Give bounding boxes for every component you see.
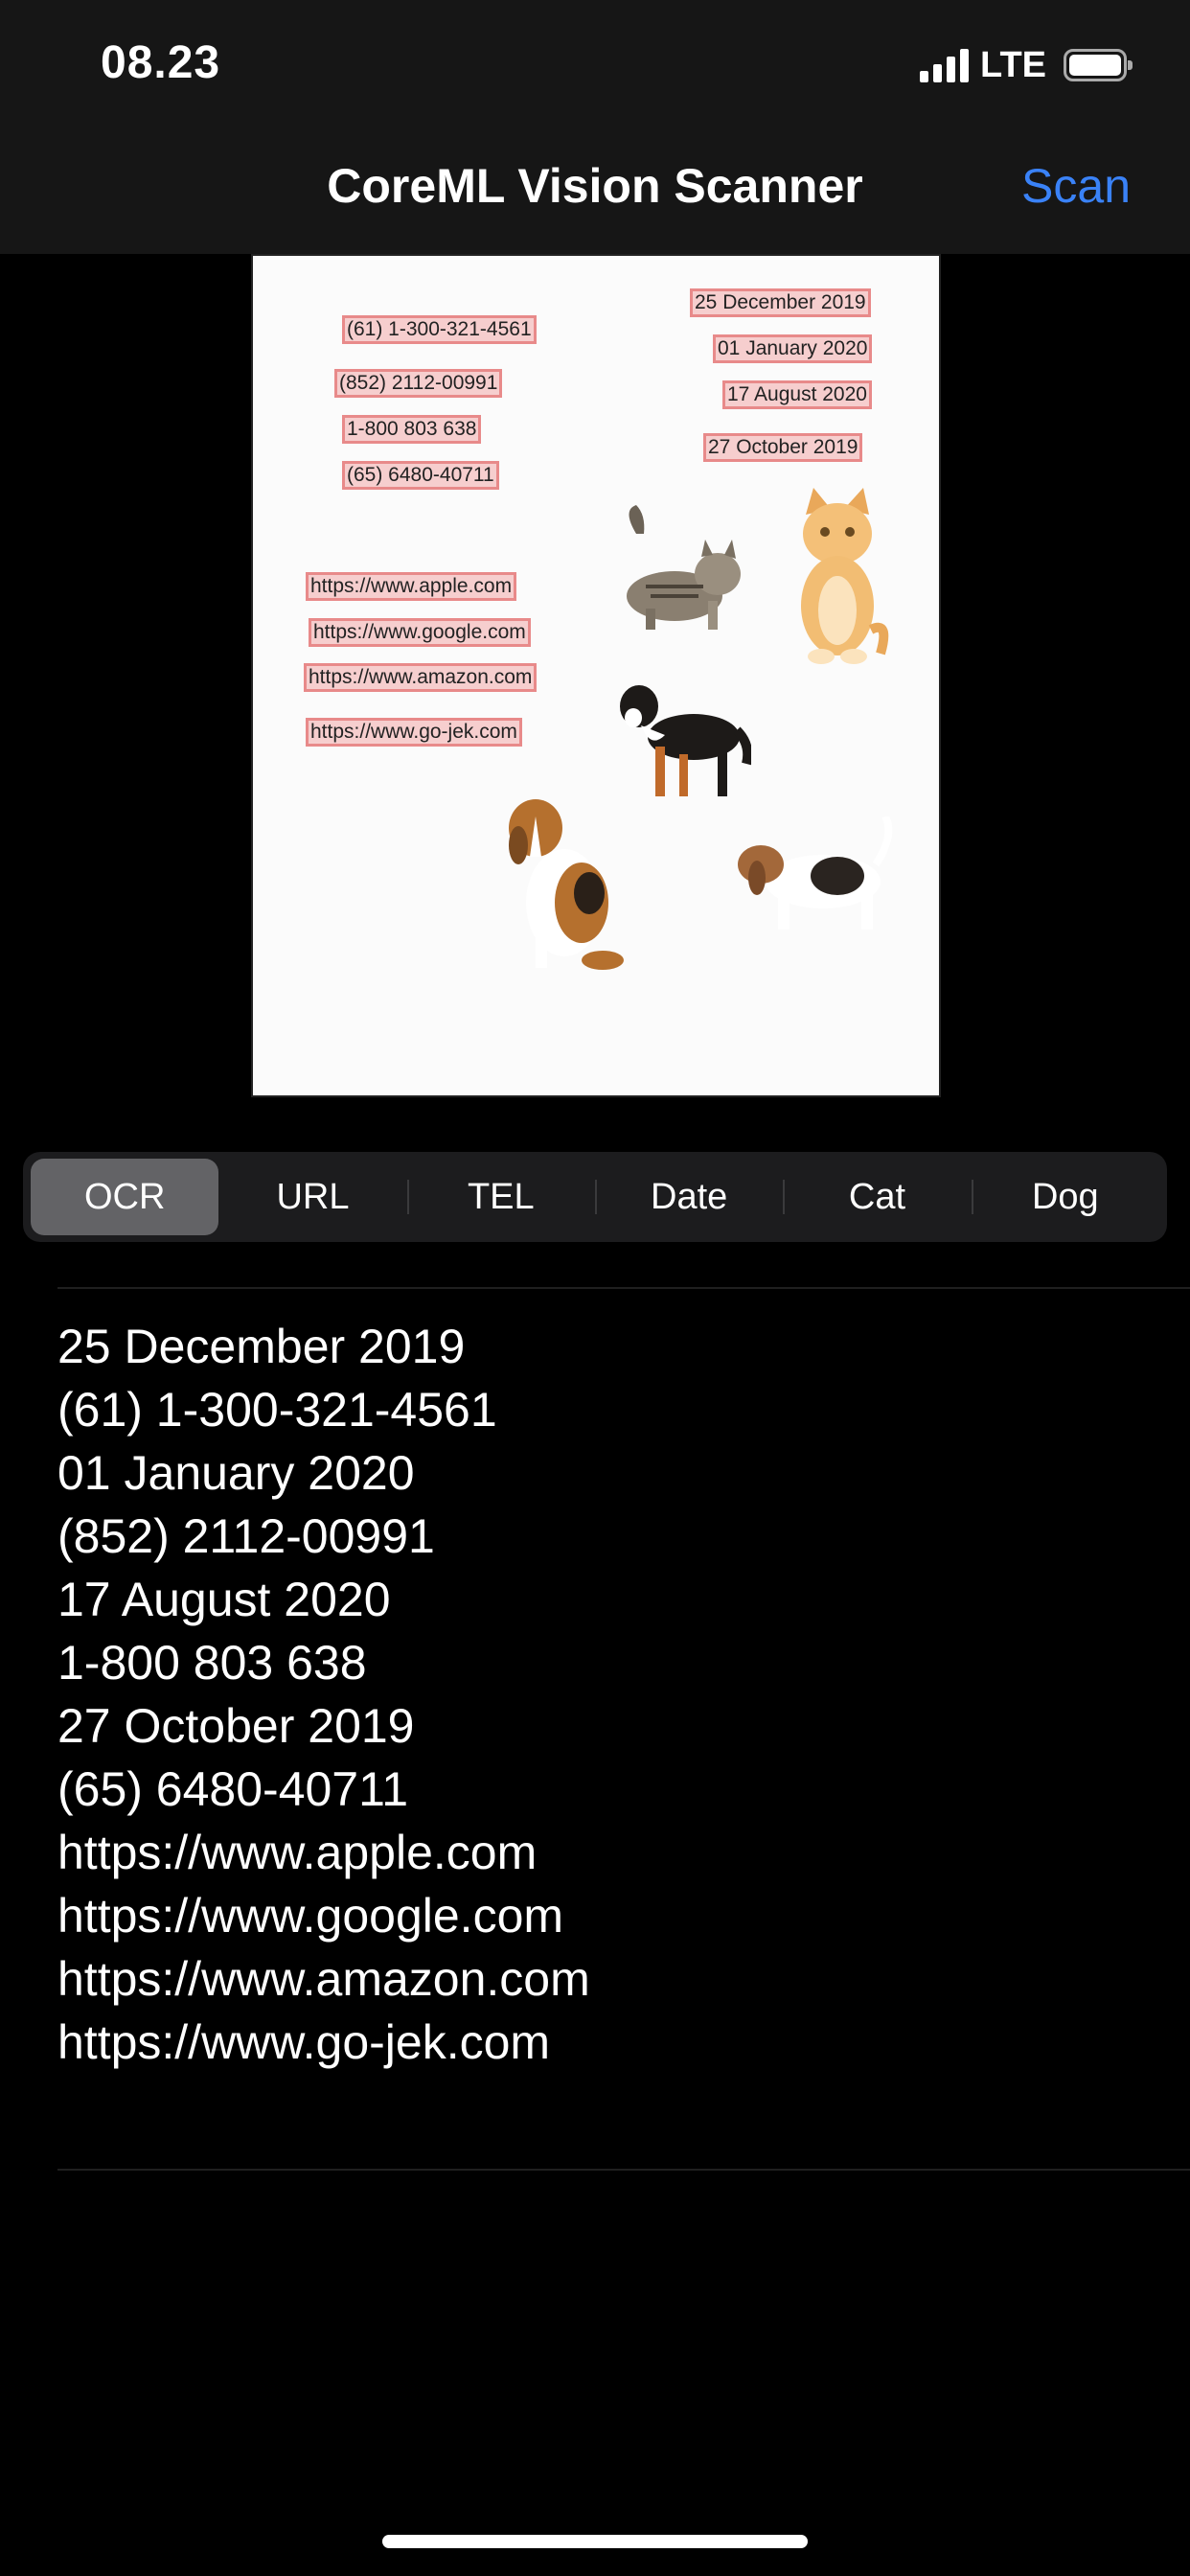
ocr-line: https://www.amazon.com [57, 1952, 590, 2006]
ocr-line: 01 January 2020 [57, 1446, 415, 1500]
tabby-cat-icon [627, 505, 741, 630]
status-time: 08.23 [101, 37, 221, 88]
detection-box: 01 January 2020 [713, 334, 873, 363]
detection-box: (65) 6480-40711 [342, 461, 499, 490]
segment-url[interactable]: URL [218, 1159, 406, 1235]
detection-box: (852) 2112-00991 [334, 369, 503, 398]
detection-box: https://www.go-jek.com [306, 718, 522, 747]
segment-ocr[interactable]: OCR [31, 1159, 219, 1235]
detection-box: https://www.amazon.com [304, 663, 538, 692]
home-indicator[interactable] [382, 2535, 808, 2548]
segment-dog[interactable]: Dog [971, 1159, 1159, 1235]
status-indicators: LTE [920, 42, 1133, 88]
scan-button[interactable]: Scan [1021, 158, 1131, 214]
detection-box: 25 December 2019 [690, 288, 871, 317]
beagle-icon [509, 799, 624, 970]
basset-hound-icon [738, 816, 893, 930]
bernese-dog-icon [620, 685, 751, 796]
ocr-line: https://www.google.com [57, 1889, 564, 1943]
page-title: CoreML Vision Scanner [327, 159, 863, 213]
battery-icon [1064, 49, 1133, 81]
ocr-line: 25 December 2019 [57, 1320, 466, 1373]
segment-date[interactable]: Date [594, 1159, 783, 1235]
ocr-line: (61) 1-300-321-4561 [57, 1383, 497, 1437]
network-type: LTE [980, 44, 1046, 85]
ocr-line: 1-800 803 638 [57, 1636, 367, 1690]
orange-kitten-icon [801, 488, 889, 664]
divider [57, 2169, 1190, 2171]
segment-cat[interactable]: Cat [783, 1159, 971, 1235]
ocr-line: 27 October 2019 [57, 1699, 415, 1753]
scanned-document-image: (61) 1-300-321-4561 (852) 2112-00991 1-8… [251, 254, 941, 1097]
ocr-line: 17 August 2020 [57, 1573, 391, 1626]
detection-box: (61) 1-300-321-4561 [342, 315, 537, 344]
detection-box: https://www.google.com [309, 618, 531, 647]
ocr-line: https://www.go-jek.com [57, 2015, 551, 2069]
cellular-signal-icon [920, 48, 970, 82]
ocr-results-text[interactable]: 25 December 2019 (61) 1-300-321-4561 01 … [57, 1315, 590, 2074]
segment-tel[interactable]: TEL [406, 1159, 595, 1235]
ocr-line: https://www.apple.com [57, 1826, 538, 1879]
ocr-line: (852) 2112-00991 [57, 1509, 435, 1563]
filter-segmented-control: OCR URL TEL Date Cat Dog [23, 1152, 1167, 1242]
detection-box: 17 August 2020 [722, 380, 872, 409]
divider [57, 1287, 1190, 1289]
detection-box: https://www.apple.com [306, 572, 517, 601]
navigation-bar: 08.23 LTE CoreML Vision Scanner Scan [0, 0, 1190, 254]
detection-box: 27 October 2019 [703, 433, 863, 462]
ocr-line: (65) 6480-40711 [57, 1762, 409, 1816]
detection-box: 1-800 803 638 [342, 415, 482, 444]
